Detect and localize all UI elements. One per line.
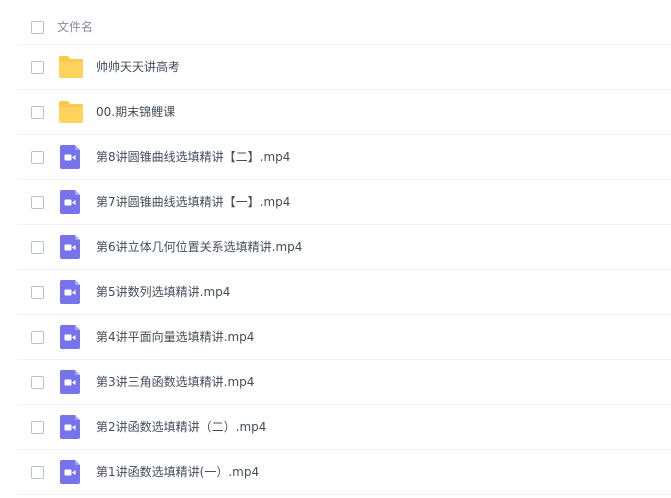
- video-icon: [60, 190, 80, 214]
- video-icon: [60, 370, 80, 394]
- file-list: 文件名 帅帅天天讲高考 00.期末锦鲤课 第8讲圆锥曲线选填精讲【二】.mp4: [0, 0, 671, 498]
- file-row[interactable]: 帅帅天天讲高考: [17, 45, 671, 90]
- file-row[interactable]: 第5讲数列选填精讲.mp4: [17, 270, 671, 315]
- file-row[interactable]: 第8讲圆锥曲线选填精讲【二】.mp4: [17, 135, 671, 180]
- file-name[interactable]: 第3讲三角函数选填精讲.mp4: [96, 373, 254, 391]
- video-icon: [60, 145, 80, 169]
- row-checkbox[interactable]: [31, 151, 44, 164]
- file-name[interactable]: 第8讲圆锥曲线选填精讲【二】.mp4: [96, 148, 290, 166]
- file-row[interactable]: 第6讲立体几何位置关系选填精讲.mp4: [17, 225, 671, 270]
- row-checkbox[interactable]: [31, 286, 44, 299]
- file-row[interactable]: 第7讲圆锥曲线选填精讲【一】.mp4: [17, 180, 671, 225]
- row-checkbox[interactable]: [31, 466, 44, 479]
- row-checkbox[interactable]: [31, 241, 44, 254]
- folder-icon: [59, 101, 83, 123]
- folder-icon: [59, 56, 83, 78]
- file-row[interactable]: 00.期末锦鲤课: [17, 90, 671, 135]
- row-checkbox[interactable]: [31, 61, 44, 74]
- file-row[interactable]: 第2讲函数选填精讲（二）.mp4: [17, 405, 671, 450]
- file-row[interactable]: 第4讲平面向量选填精讲.mp4: [17, 315, 671, 360]
- file-name[interactable]: 帅帅天天讲高考: [96, 58, 180, 76]
- list-header: 文件名: [17, 5, 671, 45]
- video-icon: [60, 235, 80, 259]
- file-name[interactable]: 第1讲函数选填精讲(一）.mp4: [96, 463, 259, 481]
- file-name[interactable]: 第5讲数列选填精讲.mp4: [96, 283, 230, 301]
- filename-column-header: 文件名: [57, 20, 94, 34]
- row-checkbox[interactable]: [31, 331, 44, 344]
- file-row[interactable]: 第1讲函数选填精讲(一）.mp4: [17, 450, 671, 495]
- row-checkbox[interactable]: [31, 421, 44, 434]
- file-name[interactable]: 第6讲立体几何位置关系选填精讲.mp4: [96, 238, 302, 256]
- file-row[interactable]: 第3讲三角函数选填精讲.mp4: [17, 360, 671, 405]
- file-name[interactable]: 第2讲函数选填精讲（二）.mp4: [96, 418, 266, 436]
- file-name[interactable]: 00.期末锦鲤课: [96, 103, 175, 121]
- file-name[interactable]: 第4讲平面向量选填精讲.mp4: [96, 328, 254, 346]
- video-icon: [60, 460, 80, 484]
- row-checkbox[interactable]: [31, 196, 44, 209]
- video-icon: [60, 280, 80, 304]
- file-name[interactable]: 第7讲圆锥曲线选填精讲【一】.mp4: [96, 193, 290, 211]
- video-icon: [60, 325, 80, 349]
- row-checkbox[interactable]: [31, 106, 44, 119]
- video-icon: [60, 415, 80, 439]
- select-all-checkbox[interactable]: [31, 21, 44, 34]
- row-checkbox[interactable]: [31, 376, 44, 389]
